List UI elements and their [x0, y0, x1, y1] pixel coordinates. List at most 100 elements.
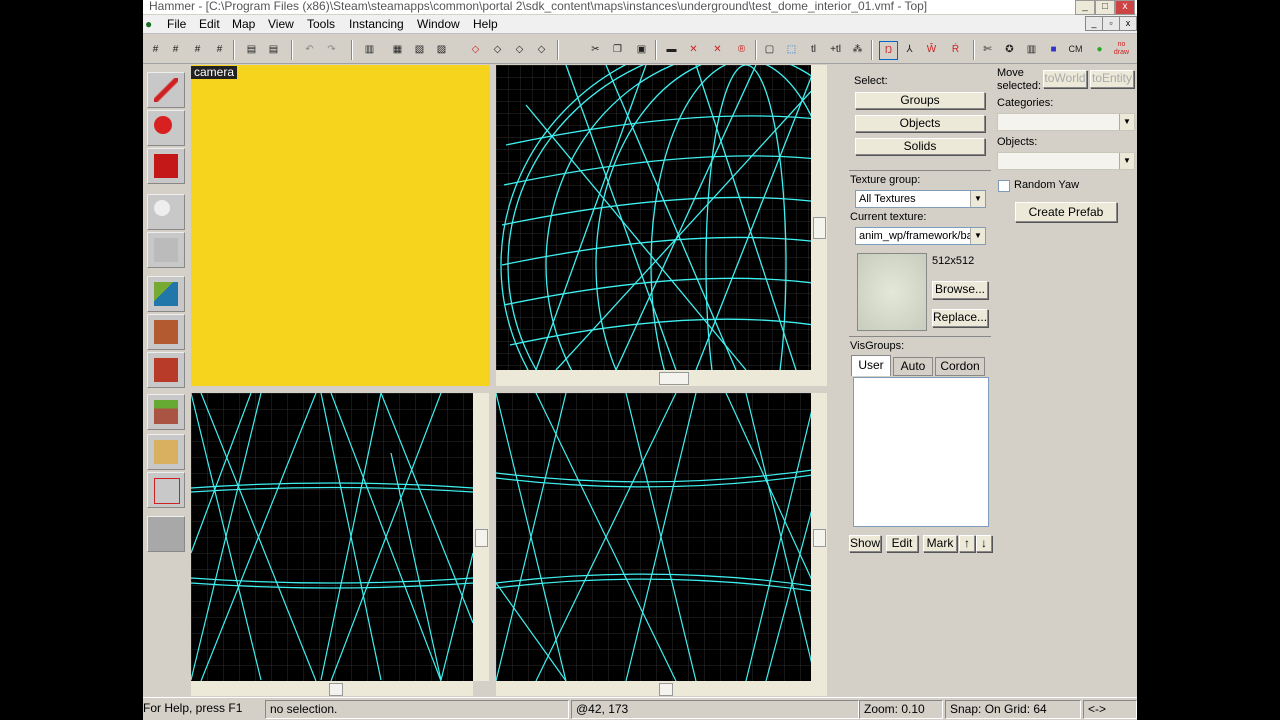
- menu-edit[interactable]: Edit: [199, 17, 220, 31]
- menu-file[interactable]: File: [167, 17, 186, 31]
- browse-button[interactable]: Browse...: [932, 281, 988, 299]
- camera-viewport[interactable]: camera: [191, 65, 490, 386]
- tr-icon[interactable]: ⁂: [849, 41, 866, 58]
- tab-user[interactable]: User: [851, 355, 891, 376]
- decal-tool[interactable]: [147, 352, 185, 388]
- mdi-restore-button[interactable]: ▫: [1102, 16, 1120, 31]
- categories-select[interactable]: ▼: [997, 113, 1135, 131]
- texture-scale-icon[interactable]: ✕: [709, 41, 726, 58]
- ungroup-icon[interactable]: ▤: [265, 41, 282, 58]
- 3d-icon[interactable]: Ŵ: [923, 41, 940, 58]
- menu-help[interactable]: Help: [473, 17, 498, 31]
- dome-wireframe-side: [496, 393, 827, 681]
- box4-icon[interactable]: ◇: [533, 41, 550, 58]
- models-icon[interactable]: ⅄: [901, 41, 918, 58]
- path-tool[interactable]: [147, 516, 185, 552]
- undo-icon[interactable]: ↶: [301, 41, 318, 58]
- front-viewport-vscroll[interactable]: [473, 393, 489, 681]
- copy-icon[interactable]: ❐: [609, 41, 626, 58]
- minimize-button[interactable]: _: [1075, 0, 1095, 15]
- entity-tool[interactable]: [147, 194, 185, 230]
- fa-icon[interactable]: Ŕ: [947, 41, 964, 58]
- helpers-icon[interactable]: Ŋ: [879, 41, 898, 60]
- close-button[interactable]: x: [1115, 0, 1135, 15]
- top-viewport[interactable]: [496, 65, 827, 370]
- texture-app-tool[interactable]: [147, 276, 185, 312]
- menu-window[interactable]: Window: [417, 17, 460, 31]
- tab-auto[interactable]: Auto: [893, 357, 933, 376]
- cube-icon[interactable]: ✪: [1001, 41, 1018, 58]
- side-viewport-hscroll[interactable]: [496, 681, 827, 696]
- grid-dec-icon[interactable]: #: [189, 41, 206, 58]
- selection-tool[interactable]: [147, 72, 185, 108]
- cordon-toggle-icon[interactable]: ⬚: [783, 41, 800, 58]
- vertex-icon[interactable]: ▨: [433, 41, 450, 58]
- apply-texture-tool[interactable]: [147, 314, 185, 350]
- blocks-icon[interactable]: ■: [1045, 41, 1062, 58]
- menu-view[interactable]: View: [268, 17, 294, 31]
- r-icon[interactable]: ®: [733, 41, 750, 58]
- move-up-icon[interactable]: ↑: [959, 535, 975, 552]
- to-world-button[interactable]: toWorld: [1043, 70, 1087, 88]
- tl-icon[interactable]: tl: [805, 41, 822, 58]
- visgroups-list[interactable]: [853, 377, 989, 527]
- show-button[interactable]: Show: [849, 535, 881, 552]
- cut-icon[interactable]: ✂: [587, 41, 604, 58]
- tab-cordon[interactable]: Cordon: [935, 357, 985, 376]
- random-yaw-checkbox[interactable]: [998, 180, 1010, 192]
- mdi-minimize-button[interactable]: _: [1085, 16, 1103, 31]
- carve-icon[interactable]: ▥: [361, 41, 378, 58]
- redo-icon[interactable]: ↷: [323, 41, 340, 58]
- overlay-tool[interactable]: [147, 394, 185, 430]
- camera-tool[interactable]: [147, 148, 185, 184]
- clip-icon[interactable]: ▧: [411, 41, 428, 58]
- front-viewport[interactable]: [191, 393, 473, 681]
- front-viewport-hscroll[interactable]: [191, 681, 473, 696]
- maximize-button[interactable]: □: [1095, 0, 1115, 15]
- cordon-icon[interactable]: ▢: [761, 41, 778, 58]
- texture-lock-icon[interactable]: ✕: [685, 41, 702, 58]
- carve-tool-icon[interactable]: ✄: [979, 41, 996, 58]
- texture-group-select[interactable]: All Textures ▼: [855, 190, 986, 208]
- dome-wireframe-front: [191, 393, 473, 681]
- hatch-icon[interactable]: ▥: [1023, 41, 1040, 58]
- group-icon[interactable]: ▤: [243, 41, 260, 58]
- groups-button[interactable]: Groups: [855, 92, 985, 109]
- current-texture-select[interactable]: anim_wp/framework/ba ▼: [855, 227, 986, 245]
- paste-icon[interactable]: ▣: [633, 41, 650, 58]
- solids-button[interactable]: Solids: [855, 138, 985, 155]
- nodraw-icon[interactable]: no draw: [1113, 41, 1130, 58]
- grid-inc-icon[interactable]: #: [211, 41, 228, 58]
- select-icon[interactable]: ▬: [663, 41, 680, 58]
- vertex-tool[interactable]: [147, 472, 185, 508]
- tl-plus-icon[interactable]: +tl: [827, 41, 844, 58]
- mark-button[interactable]: Mark: [923, 535, 957, 552]
- clip-tool[interactable]: [147, 434, 185, 470]
- block-tool[interactable]: [147, 232, 185, 268]
- status-arrows: <->: [1083, 700, 1137, 719]
- move-down-icon[interactable]: ↓: [976, 535, 992, 552]
- magnify-tool[interactable]: [147, 110, 185, 146]
- magnify-icon: [154, 116, 172, 134]
- menu-instancing[interactable]: Instancing: [349, 17, 404, 31]
- side-viewport[interactable]: [496, 393, 827, 681]
- grid-icon[interactable]: #: [147, 41, 164, 58]
- current-texture-value: anim_wp/framework/ba: [859, 230, 973, 242]
- replace-button[interactable]: Replace...: [932, 309, 988, 327]
- mdi-close-button[interactable]: x: [1119, 16, 1137, 31]
- run-map-icon[interactable]: ●: [1091, 41, 1108, 58]
- create-prefab-button[interactable]: Create Prefab: [1015, 202, 1117, 222]
- hollow-icon[interactable]: ▦: [389, 41, 406, 58]
- menu-tools[interactable]: Tools: [307, 17, 335, 31]
- grid-toggle-icon[interactable]: #: [167, 41, 184, 58]
- box-icon[interactable]: ◇: [467, 41, 484, 58]
- edit-button[interactable]: Edit: [886, 535, 918, 552]
- box2-icon[interactable]: ◇: [489, 41, 506, 58]
- box3-icon[interactable]: ◇: [511, 41, 528, 58]
- objects-button[interactable]: Objects: [855, 115, 985, 132]
- cm-icon[interactable]: CM: [1067, 41, 1084, 58]
- objects-select[interactable]: ▼: [997, 152, 1135, 170]
- menu-map[interactable]: Map: [232, 17, 255, 31]
- top-viewport-hscroll[interactable]: [496, 370, 827, 386]
- to-entity-button[interactable]: toEntity: [1090, 70, 1134, 88]
